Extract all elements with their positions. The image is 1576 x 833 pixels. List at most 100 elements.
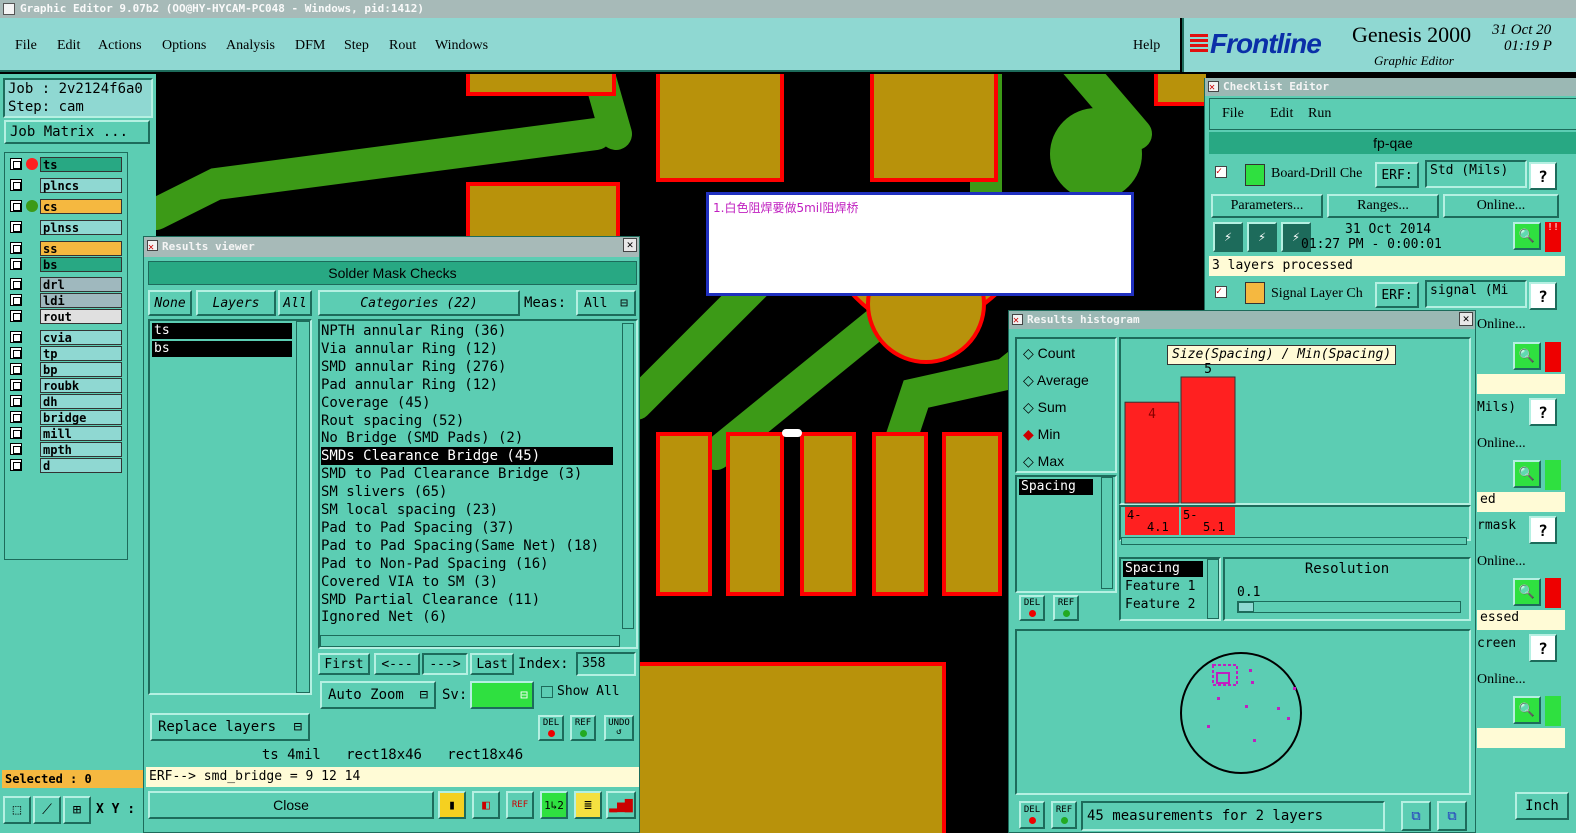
help-button[interactable]: ?: [1529, 516, 1557, 544]
item-checkbox[interactable]: ✓: [1215, 286, 1227, 298]
tool-snap-icon[interactable]: ⊞: [63, 796, 91, 824]
layer-row[interactable]: drl: [8, 277, 122, 292]
online-fragment[interactable]: Online...: [1477, 436, 1526, 452]
layer-row[interactable]: tp: [8, 346, 122, 361]
scrollbar[interactable]: [1101, 477, 1113, 589]
layer-checkbox[interactable]: [10, 411, 22, 423]
layer-row[interactable]: ts: [8, 157, 122, 172]
list-item[interactable]: ts: [152, 323, 292, 339]
first-button[interactable]: First: [318, 653, 370, 675]
ref-clear-icon[interactable]: REF: [506, 791, 534, 819]
hscrollbar[interactable]: [1121, 537, 1467, 545]
job-matrix-button[interactable]: Job Matrix ...: [4, 120, 150, 144]
menu-file[interactable]: File: [15, 38, 37, 54]
highlight-icon[interactable]: ▮: [438, 791, 466, 819]
all-button[interactable]: All: [278, 290, 312, 316]
layer-row[interactable]: bs: [8, 257, 122, 272]
category-item[interactable]: NPTH annular Ring (36): [321, 322, 506, 340]
layer-checkbox[interactable]: [10, 158, 22, 170]
del-button[interactable]: DEL: [1019, 595, 1045, 621]
erf-button[interactable]: ERF:: [1375, 282, 1419, 308]
layer-checkbox[interactable]: [10, 379, 22, 391]
ref-button[interactable]: REF: [570, 715, 596, 741]
layer-row[interactable]: rout: [8, 309, 122, 324]
menu-options[interactable]: Options: [162, 38, 206, 54]
next-button[interactable]: --->: [422, 653, 468, 675]
menu-help[interactable]: Help: [1133, 38, 1160, 54]
category-item[interactable]: Coverage (45): [321, 394, 431, 412]
item1-label[interactable]: Board-Drill Che: [1271, 166, 1362, 182]
step-icon[interactable]: 1↳2: [540, 791, 568, 819]
category-item[interactable]: Pad to Pad Spacing (37): [321, 519, 515, 537]
categories-hscroll[interactable]: [320, 635, 620, 647]
resolution-slider[interactable]: [1237, 601, 1461, 613]
online-button[interactable]: Online...: [1443, 194, 1559, 218]
category-item[interactable]: Pad to Non-Pad Spacing (16): [321, 555, 549, 573]
layer-checkbox[interactable]: [10, 179, 22, 191]
radio-count[interactable]: ◇ Count: [1023, 345, 1075, 362]
layer-checkbox[interactable]: [10, 347, 22, 359]
parameters-button[interactable]: Parameters...: [1211, 194, 1323, 218]
category-item[interactable]: SM slivers (65): [321, 483, 447, 501]
list-item[interactable]: Spacing: [1019, 479, 1093, 495]
layer-checkbox[interactable]: [10, 258, 22, 270]
menu-windows[interactable]: Windows: [435, 38, 488, 54]
radio-max[interactable]: ◇ Max: [1023, 453, 1064, 470]
undo-button[interactable]: UNDO ↺: [604, 715, 634, 741]
annotation-note[interactable]: 1.白色阻焊要做5mil阻焊桥: [706, 192, 1134, 296]
layer-row[interactable]: plnss: [8, 220, 122, 235]
online-fragment[interactable]: Online...: [1477, 317, 1526, 333]
layer-checkbox[interactable]: [10, 395, 22, 407]
checklist-menu-run[interactable]: Run: [1308, 106, 1331, 122]
category-item[interactable]: SM local spacing (23): [321, 501, 498, 519]
run-icon[interactable]: ⚡: [1213, 222, 1243, 252]
menu-dfm[interactable]: DFM: [295, 38, 325, 54]
ranges-button[interactable]: Ranges...: [1327, 194, 1439, 218]
layer-checkbox[interactable]: [10, 331, 22, 343]
attribute-list[interactable]: Spacing: [1015, 475, 1117, 593]
close-icon[interactable]: ✕: [623, 238, 637, 252]
help-button[interactable]: ?: [1529, 634, 1557, 662]
help-button[interactable]: ?: [1529, 162, 1557, 190]
layer-row[interactable]: cvia: [8, 330, 122, 345]
category-item[interactable]: Ignored Net (6): [321, 608, 447, 626]
layer-checkbox[interactable]: [10, 427, 22, 439]
export-icon[interactable]: ⧉: [1401, 801, 1431, 831]
layer-checkbox[interactable]: [10, 310, 22, 322]
layer-row[interactable]: plncs: [8, 178, 122, 193]
layer-row[interactable]: bp: [8, 362, 122, 377]
online-fragment[interactable]: Online...: [1477, 554, 1526, 570]
category-item[interactable]: Pad to Pad Spacing(Same Net) (18): [321, 537, 599, 555]
menu-actions[interactable]: Actions: [98, 38, 142, 54]
category-item[interactable]: Pad annular Ring (12): [321, 376, 498, 394]
scrollbar[interactable]: [1207, 559, 1219, 619]
zoom-icon[interactable]: 🔍: [1513, 342, 1541, 370]
layers-button[interactable]: Layers: [196, 290, 276, 316]
feature-list[interactable]: Spacing Feature 1 Feature 2: [1119, 557, 1221, 621]
report-icon[interactable]: ≣: [574, 791, 602, 819]
histogram-icon[interactable]: ▂▅▇: [606, 791, 636, 819]
scrollbar[interactable]: [296, 321, 310, 693]
layer-checkbox[interactable]: [10, 242, 22, 254]
meas-dropdown[interactable]: All ⊟: [576, 290, 636, 316]
export-icon[interactable]: ⧉: [1437, 801, 1467, 831]
category-item[interactable]: SMD to Pad Clearance Bridge (3): [321, 465, 582, 483]
last-button[interactable]: Last: [470, 653, 514, 675]
tool-select-icon[interactable]: ⬚: [3, 796, 31, 824]
category-item[interactable]: SMD annular Ring (276): [321, 358, 506, 376]
run-icon[interactable]: ⚡: [1247, 222, 1277, 252]
layer-results-list[interactable]: ts bs: [148, 319, 312, 695]
del-button[interactable]: DEL: [1019, 801, 1045, 829]
menu-edit[interactable]: Edit: [57, 38, 80, 54]
radio-average[interactable]: ◇ Average: [1023, 372, 1089, 389]
layer-checkbox[interactable]: [10, 363, 22, 375]
menu-rout[interactable]: Rout: [389, 38, 416, 54]
radio-min[interactable]: ◆ Min: [1023, 426, 1060, 443]
board-preview[interactable]: [1015, 629, 1471, 795]
category-item[interactable]: SMDs Clearance Bridge (45): [321, 447, 613, 466]
units-button[interactable]: Inch: [1515, 792, 1569, 820]
tool-measure-icon[interactable]: ⟋: [33, 796, 61, 824]
zoom-icon[interactable]: 🔍: [1513, 222, 1541, 250]
item2-label[interactable]: Signal Layer Ch: [1271, 286, 1363, 302]
ref-button[interactable]: REF: [1053, 595, 1079, 621]
